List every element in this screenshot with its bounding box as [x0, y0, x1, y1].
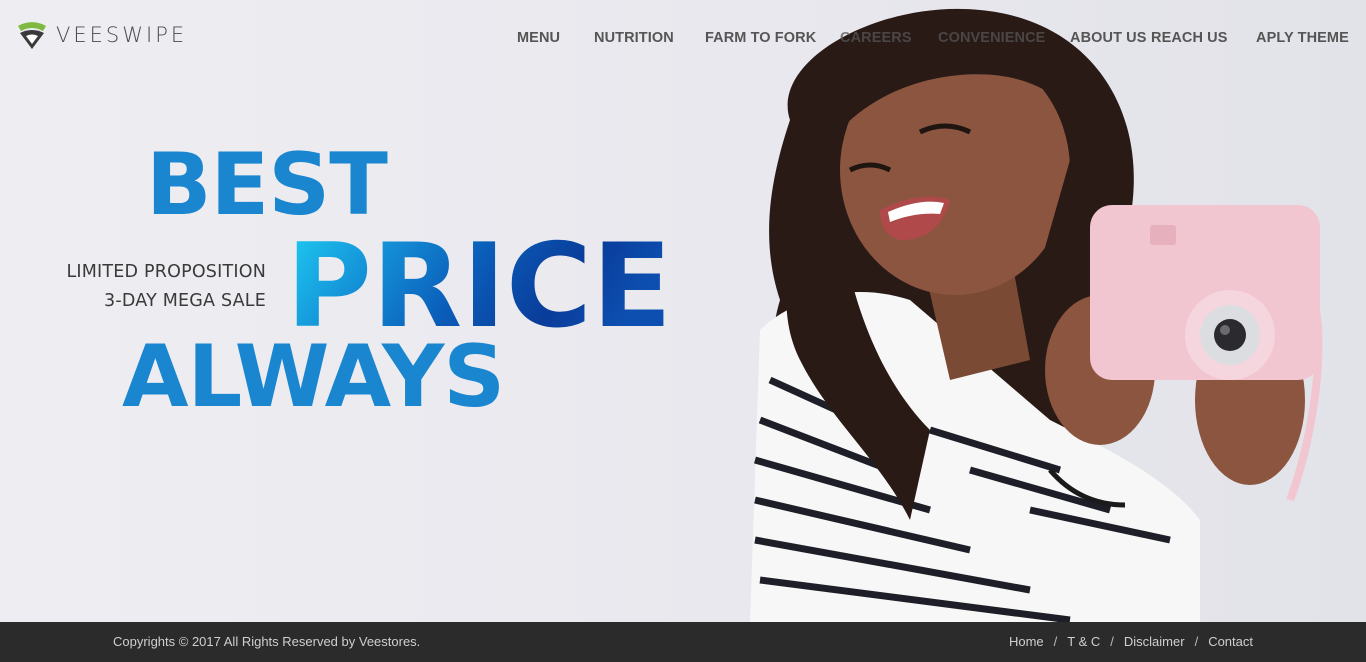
footer-links: Home / T & C / Disclaimer / Contact [1009, 634, 1253, 649]
headline-price: PRICE [286, 226, 672, 334]
footer-link-terms[interactable]: T & C [1067, 634, 1100, 649]
hero-image [750, 8, 1323, 622]
promo-line-2: 3-DAY MEGA SALE [104, 291, 266, 311]
headline-price-text: PRICE [286, 226, 672, 334]
footer-separator: / [1053, 634, 1058, 649]
footer-link-contact[interactable]: Contact [1208, 634, 1253, 649]
promo-line-1: LIMITED PROPOSITION [66, 262, 266, 282]
footer-separator: / [1194, 634, 1199, 649]
copyright-text: Copyrights © 2017 All Rights Reserved by… [113, 634, 421, 649]
nav-item-careers[interactable]: CAREERS [840, 30, 912, 46]
footer-link-home[interactable]: Home [1009, 634, 1044, 649]
nav-item-about-us[interactable]: ABOUT US [1070, 30, 1147, 46]
main-nav: MENU NUTRITION FARM TO FORK CAREERS CONV… [0, 30, 1366, 50]
footer-link-disclaimer[interactable]: Disclaimer [1124, 634, 1185, 649]
nav-item-farm-to-fork[interactable]: FARM TO FORK [705, 30, 816, 46]
nav-item-aply-theme[interactable]: APLY THEME [1256, 30, 1349, 46]
footer: Copyrights © 2017 All Rights Reserved by… [0, 622, 1366, 662]
footer-separator: / [1110, 634, 1114, 649]
nav-item-nutrition[interactable]: NUTRITION [594, 30, 674, 46]
nav-item-menu[interactable]: MENU [517, 30, 560, 46]
nav-item-convenience[interactable]: CONVENIENCE [938, 30, 1045, 46]
promo-text: LIMITED PROPOSITION 3-DAY MEGA SALE [66, 258, 266, 316]
nav-item-reach-us[interactable]: REACH US [1151, 30, 1228, 46]
headline-best: BEST [146, 135, 388, 235]
hero-banner: VEESWIPE MENU NUTRITION FARM TO FORK CAR… [0, 0, 1366, 622]
headline-always: ALWAYS [122, 327, 505, 427]
